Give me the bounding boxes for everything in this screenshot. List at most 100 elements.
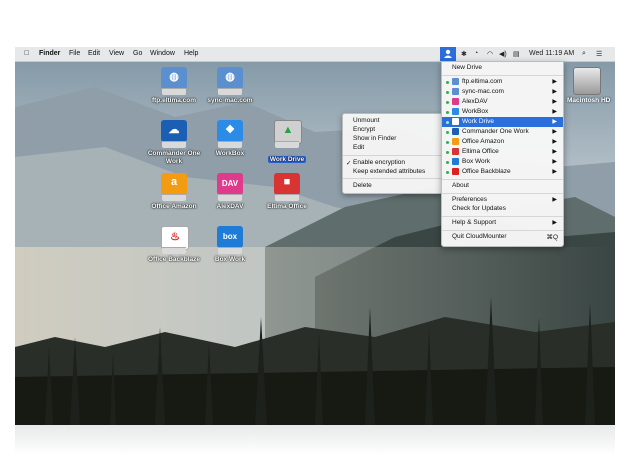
submenu-arrow-icon: ▶ [552, 119, 557, 125]
menu-bar:  Finder File Edit View Go Window Help ✱… [15, 47, 615, 62]
drive-item-work-drive[interactable]: Work Drive ▶ [442, 117, 563, 127]
preferences-item[interactable]: Preferences [452, 196, 487, 203]
drive-item-sync[interactable]: sync-mac.com ▶ [442, 87, 563, 97]
drive-item-ftp[interactable]: ftp.eltima.com ▶ [442, 77, 563, 87]
desktop-icon-macintosh-hd[interactable]: Macintosh HD [567, 67, 610, 104]
box-icon: box [217, 226, 243, 248]
connected-status-icon [446, 100, 449, 104]
menu-edit[interactable]: Edit [88, 50, 100, 57]
menu-window[interactable]: Window [150, 50, 175, 57]
drive-label: Commander One Work [462, 128, 529, 135]
submenu-arrow-icon: ▶ [552, 79, 557, 85]
context-unmount[interactable]: Unmount [353, 117, 379, 124]
drive-item-workbox[interactable]: WorkBox ▶ [442, 107, 563, 117]
drive-item-eltima-office[interactable]: Eltima Office ▶ [442, 147, 563, 157]
desktop-icon-label: Eltima Office [267, 203, 307, 210]
desktop-icon-label: Box Work [214, 256, 246, 263]
menu-help[interactable]: Help [184, 50, 198, 57]
volume-icon[interactable]: ◀) [499, 50, 507, 58]
hard-drive-icon [573, 67, 601, 95]
menu-divider [442, 230, 563, 231]
menu-divider [442, 216, 563, 217]
menu-divider [442, 179, 563, 180]
screen-reflection [15, 425, 615, 455]
drive-item-office-backblaze[interactable]: Office Backblaze ▶ [442, 167, 563, 177]
connected-status-icon [446, 160, 449, 164]
submenu-arrow-icon: ▶ [552, 129, 557, 135]
drive-item-commander-one-work[interactable]: Commander One Work ▶ [442, 127, 563, 137]
drive-icon [452, 128, 459, 135]
desktop-icon-label: sync-mac.com [207, 97, 253, 104]
context-encrypt[interactable]: Encrypt [353, 126, 375, 133]
menu-divider [442, 75, 563, 76]
desktop-icon-label: Office Backblaze [147, 256, 201, 263]
submenu-arrow-icon: ▶ [552, 99, 557, 105]
desktop-icon-office-backblaze[interactable]: ♨ Office Backblaze [142, 226, 206, 263]
bluetooth-icon[interactable]: ✱ [461, 50, 467, 58]
spotlight-icon[interactable]: ⌕ [582, 50, 586, 58]
connected-status-icon [446, 150, 449, 154]
notification-center-icon[interactable]: ☰ [596, 50, 602, 58]
drive-icon [452, 78, 459, 85]
desktop-icon-workbox[interactable]: ❖ WorkBox [198, 120, 262, 157]
drive-item-office-amazon[interactable]: Office Amazon ▶ [442, 137, 563, 147]
wifi-icon[interactable]: ◠ [487, 50, 493, 58]
drive-label: AlexDAV [462, 98, 488, 105]
onedrive-icon: ☁ [161, 120, 187, 142]
quit-shortcut: ⌘Q [546, 234, 558, 241]
drive-item-alexdav[interactable]: AlexDAV ▶ [442, 97, 563, 107]
timemachine-icon[interactable]: ◔ [474, 50, 478, 57]
amazon-icon: a [161, 173, 187, 195]
desktop-icon-label: WorkBox [215, 150, 245, 157]
context-edit[interactable]: Edit [353, 144, 364, 151]
desktop-icon-sync[interactable]: ◍ sync-mac.com [198, 67, 262, 104]
desktop-icon-office-amazon[interactable]: a Office Amazon [142, 173, 206, 210]
connected-status-icon [446, 140, 449, 144]
menu-finder[interactable]: Finder [39, 50, 60, 57]
check-updates-item[interactable]: Check for Updates [452, 205, 506, 212]
menu-go[interactable]: Go [133, 50, 142, 57]
menu-file[interactable]: File [69, 50, 80, 57]
drive-icon [452, 168, 459, 175]
drive-label: Office Backblaze [462, 168, 511, 175]
menu-divider [343, 155, 442, 156]
connected-status-icon [446, 170, 449, 174]
drive-item-box-work[interactable]: Box Work ▶ [442, 157, 563, 167]
cloudmounter-menu-icon[interactable] [440, 47, 456, 61]
menu-view[interactable]: View [109, 50, 124, 57]
drive-label: Eltima Office [462, 148, 499, 155]
connected-status-icon [446, 130, 449, 134]
drive-label: ftp.eltima.com [462, 78, 503, 85]
connected-status-icon [446, 110, 449, 114]
connected-status-icon [446, 80, 449, 84]
about-item[interactable]: About [452, 182, 469, 189]
desktop-icon-label: ftp.eltima.com [151, 97, 197, 104]
desktop-icon-ftp[interactable]: ◍ ftp.eltima.com [142, 67, 206, 104]
context-enable-encryption[interactable]: Enable encryption [353, 159, 405, 166]
desktop-icon-box-work[interactable]: box Box Work [198, 226, 262, 263]
drive-icon [452, 138, 459, 145]
context-show-in-finder[interactable]: Show in Finder [353, 135, 396, 142]
help-support-item[interactable]: Help & Support [452, 219, 496, 226]
clock[interactable]: Wed 11:19 AM [529, 50, 574, 57]
webdav-icon: DAV [217, 173, 243, 195]
new-drive-item[interactable]: New Drive [452, 64, 482, 71]
cloudmounter-dropdown: New Drive ftp.eltima.com ▶ sync-mac.com … [441, 61, 564, 247]
context-delete[interactable]: Delete [353, 182, 372, 189]
submenu-arrow-icon: ▶ [552, 197, 557, 203]
desktop-icon-eltima-office[interactable]: ■ Eltima Office [255, 173, 319, 210]
apple-menu-icon[interactable]:  [24, 50, 29, 57]
desktop-icon-label: Commander One Work [147, 150, 201, 165]
context-keep-extended-attributes[interactable]: Keep extended attributes [353, 168, 425, 175]
quit-item[interactable]: Quit CloudMounter [452, 233, 507, 240]
flag-icon[interactable]: ▤ [513, 50, 520, 58]
desktop-icon-alexdav[interactable]: DAV AlexDAV [198, 173, 262, 210]
globe-drive-icon: ◍ [161, 67, 187, 89]
drive-label: sync-mac.com [462, 88, 504, 95]
drive-label: Office Amazon [462, 138, 505, 145]
dropbox-icon: ❖ [217, 120, 243, 142]
desktop-icon-work-drive[interactable]: ▲ Work Drive [255, 120, 319, 166]
submenu-arrow-icon: ▶ [552, 149, 557, 155]
desktop-icon-commander-one-work[interactable]: ☁ Commander One Work [142, 120, 206, 166]
drive-label: WorkBox [462, 108, 489, 115]
